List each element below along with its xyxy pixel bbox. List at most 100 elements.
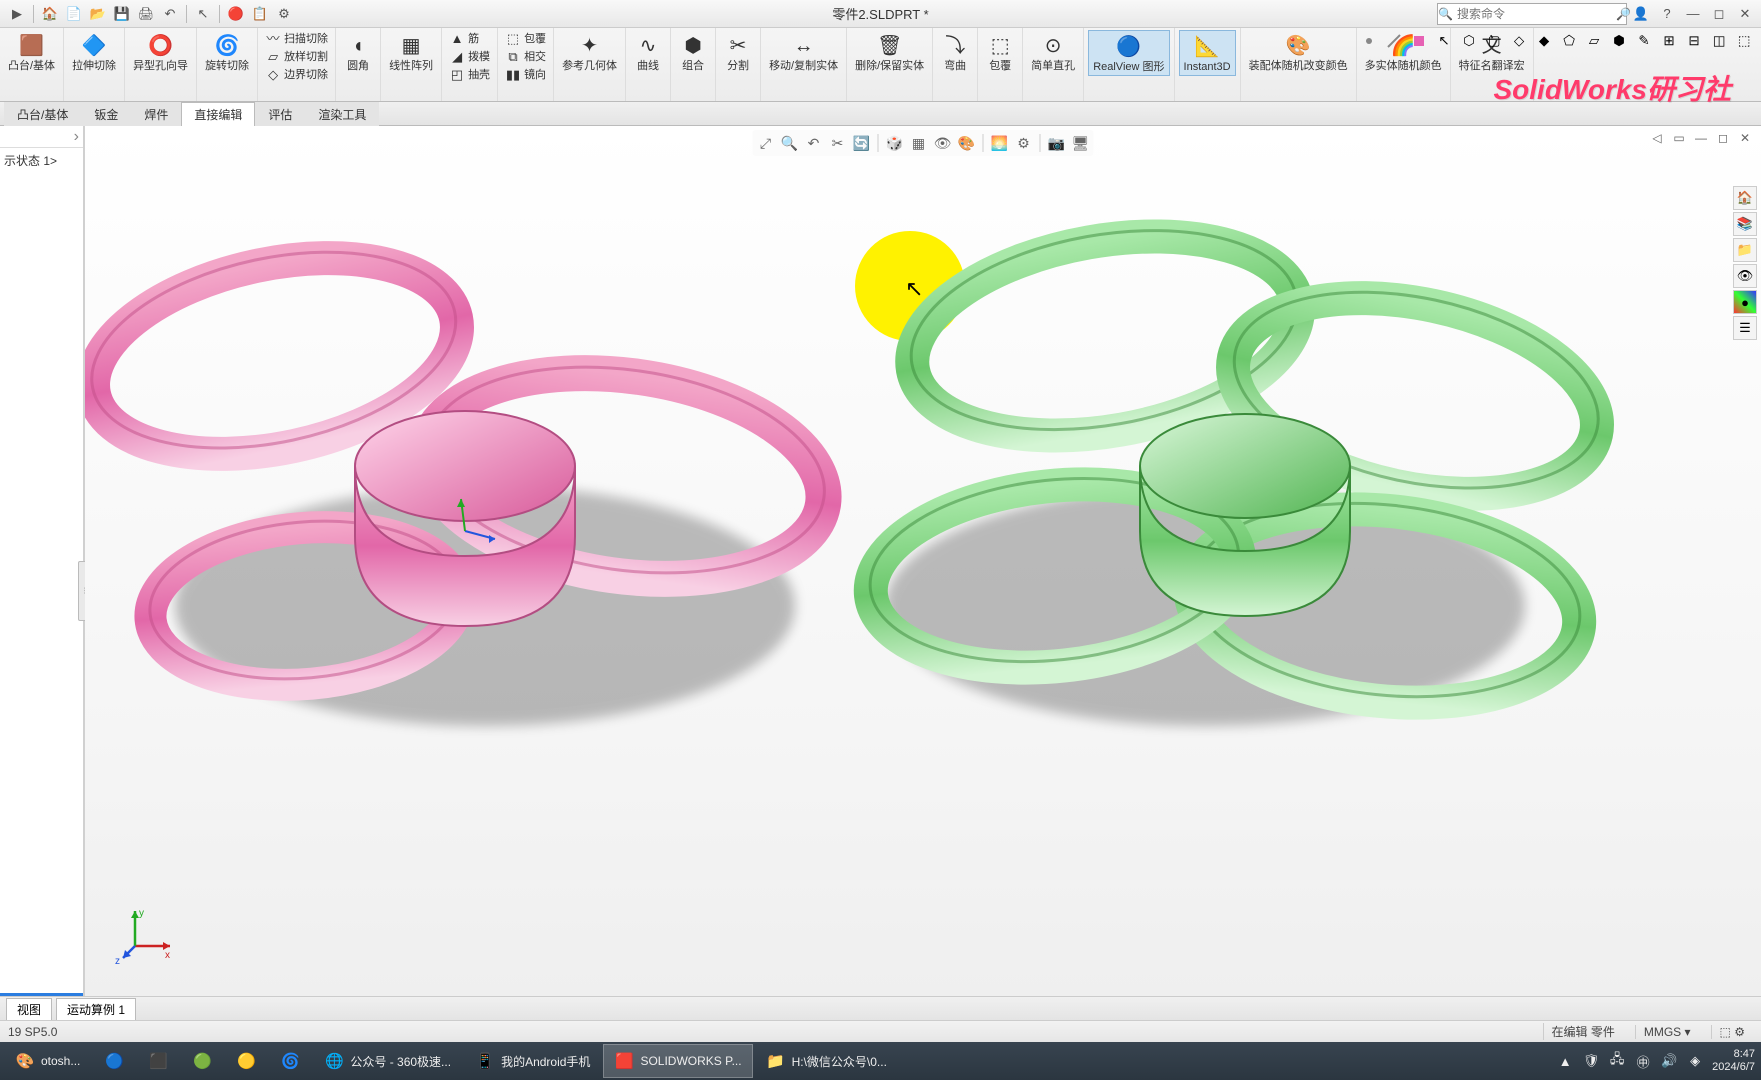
label: 参考几何体 (562, 60, 617, 72)
help-icon[interactable]: 👤 (1629, 3, 1653, 25)
fillet-button[interactable]: ◖圆角 (340, 30, 376, 74)
status-icon-1[interactable]: ⬚ (1720, 1025, 1731, 1039)
open-icon[interactable]: 📂 (87, 3, 109, 25)
delete-keep-button[interactable]: 🗑删除/保留实体 (851, 30, 928, 74)
taskbar-app-photoshop[interactable]: 🎨otosh... (4, 1044, 91, 1078)
taskbar-app-3[interactable]: 🟢 (181, 1044, 223, 1078)
taskbar-app-browser[interactable]: 🌐公众号 - 360极速... (313, 1044, 462, 1078)
label: 装配体随机改变颜色 (1249, 60, 1348, 72)
taskbar-app-phone[interactable]: 📱我的Android手机 (464, 1044, 601, 1078)
taskbar-app-solidworks[interactable]: 🟥SOLIDWORKS P... (603, 1044, 752, 1078)
panel-expand-icon[interactable]: › (74, 128, 79, 146)
tab-direct-edit[interactable]: 直接编辑 (181, 102, 255, 126)
wrap2-button[interactable]: ⬚包覆 (982, 30, 1018, 74)
filter-arrow-icon[interactable]: ↖ (1433, 30, 1455, 52)
linear-pattern-button[interactable]: ▦线性阵列 (385, 30, 437, 74)
revolved-cut-button[interactable]: 🌀旋转切除 (201, 30, 253, 74)
tray-shield-icon[interactable]: 🛡 (1582, 1052, 1600, 1070)
extruded-boss-button[interactable]: 🟫凸台/基体 (4, 30, 59, 74)
folder-icon: 📁 (766, 1051, 786, 1071)
extruded-cut-button[interactable]: 🔷拉伸切除 (68, 30, 120, 74)
tray-net-icon[interactable]: 🖧 (1608, 1052, 1626, 1070)
curves-button[interactable]: ∿曲线 (630, 30, 666, 74)
label: 线性阵列 (389, 60, 433, 72)
taskbar-app-2[interactable]: ⬛ (137, 1044, 179, 1078)
simple-hole-button[interactable]: ⊙简单直孔 (1027, 30, 1079, 74)
status-units[interactable]: MMGS ▾ (1635, 1025, 1699, 1039)
help-q-icon[interactable]: ? (1655, 3, 1679, 25)
intersect-button[interactable]: ⧉相交 (502, 48, 549, 66)
filter-12-icon[interactable]: ✎ (1633, 30, 1655, 52)
select-icon[interactable]: ↖ (192, 3, 214, 25)
tray-vol-icon[interactable]: 🔊 (1660, 1052, 1678, 1070)
shell-button[interactable]: ◰抽壳 (446, 66, 493, 84)
move-copy-button[interactable]: ↔移动/复制实体 (765, 30, 842, 74)
command-search[interactable]: 🔍 🔎 (1437, 3, 1627, 25)
swept-cut-button[interactable]: 〰扫描切除 (262, 30, 331, 48)
mirror-button[interactable]: ▮▮镜向 (502, 66, 549, 84)
filter-5-icon[interactable]: ⬡ (1458, 30, 1480, 52)
taskbar-app-1[interactable]: 🔵 (93, 1044, 135, 1078)
taskbar-app-4[interactable]: 🟡 (225, 1044, 267, 1078)
split-button[interactable]: ✂分割 (720, 30, 756, 74)
filter-14-icon[interactable]: ⊟ (1683, 30, 1705, 52)
lofted-cut-button[interactable]: ▱放样切割 (262, 48, 331, 66)
tab-motion-study[interactable]: 运动算例 1 (56, 998, 136, 1020)
tray-expand-icon[interactable]: ▲ (1556, 1052, 1574, 1070)
filter-8-icon[interactable]: ◆ (1533, 30, 1555, 52)
taskbar-clock[interactable]: 8:47 2024/6/7 (1712, 1048, 1755, 1074)
tab-features[interactable]: 凸台/基体 (4, 102, 81, 126)
instant3d-button[interactable]: 📐Instant3D (1179, 30, 1236, 76)
feature-manager-panel: › 示状态 1> ⁝ (0, 126, 85, 996)
taskbar-app-folder[interactable]: 📁H:\微信公众号\0... (755, 1044, 898, 1078)
filter-vertex-icon[interactable] (1358, 30, 1380, 52)
assembly-color-button[interactable]: 🎨装配体随机改变颜色 (1245, 30, 1352, 74)
status-icon-2[interactable]: ⚙ (1734, 1025, 1745, 1039)
maximize-icon[interactable]: ◻ (1707, 3, 1731, 25)
tray-app-icon[interactable]: ◈ (1686, 1052, 1704, 1070)
filter-edge-icon[interactable] (1383, 30, 1405, 52)
undo-icon[interactable]: ↶ (159, 3, 181, 25)
display-state-row[interactable]: 示状态 1> (0, 148, 83, 173)
wrap-button[interactable]: ⬚包覆 (502, 30, 549, 48)
home-icon[interactable]: 🏠 (39, 3, 61, 25)
tab-model-view[interactable]: 视图 (6, 998, 52, 1020)
boundary-icon: ◇ (265, 67, 281, 83)
filter-11-icon[interactable]: ⬢ (1608, 30, 1630, 52)
hole-wizard-button[interactable]: ⭕异型孔向导 (129, 30, 192, 74)
filter-9-icon[interactable]: ⬠ (1558, 30, 1580, 52)
filter-10-icon[interactable]: ▱ (1583, 30, 1605, 52)
draft-button[interactable]: ◢拨模 (446, 48, 493, 66)
filter-13-icon[interactable]: ⊞ (1658, 30, 1680, 52)
filter-15-icon[interactable]: ◫ (1708, 30, 1730, 52)
tab-evaluate[interactable]: 评估 (255, 102, 305, 126)
filter-6-icon[interactable]: ▢ (1483, 30, 1505, 52)
tab-render-tools[interactable]: 渲染工具 (305, 102, 379, 126)
combine-button[interactable]: ⬢组合 (675, 30, 711, 74)
rib-button[interactable]: ▲筋 (446, 30, 493, 48)
tab-sheetmetal[interactable]: 钣金 (81, 102, 131, 126)
boundary-cut-button[interactable]: ◇边界切除 (262, 66, 331, 84)
menu-indicator-icon[interactable]: ▶ (6, 3, 28, 25)
print-icon[interactable]: 🖨 (135, 3, 157, 25)
deform-button[interactable]: ⤵弯曲 (937, 30, 973, 74)
options-icon[interactable]: 📋 (249, 3, 271, 25)
view-triad[interactable]: x y z (115, 906, 175, 966)
rebuild-icon[interactable]: 🔴 (225, 3, 247, 25)
save-icon[interactable]: 💾 (111, 3, 133, 25)
filter-face-icon[interactable] (1408, 30, 1430, 52)
ref-geometry-button[interactable]: ✦参考几何体 (558, 30, 621, 74)
realview-button[interactable]: 🔵RealView 图形 (1088, 30, 1169, 76)
close-icon[interactable]: ✕ (1733, 3, 1757, 25)
minimize-icon[interactable]: — (1681, 3, 1705, 25)
filter-16-icon[interactable]: ⬚ (1733, 30, 1755, 52)
tab-weldments[interactable]: 焊件 (131, 102, 181, 126)
rollback-bar[interactable] (0, 993, 83, 996)
new-icon[interactable]: 📄 (63, 3, 85, 25)
tray-ime-icon[interactable]: ㊥ (1634, 1052, 1652, 1070)
filter-7-icon[interactable]: ◇ (1508, 30, 1530, 52)
search-input[interactable] (1453, 7, 1616, 21)
taskbar-app-5[interactable]: 🌀 (269, 1044, 311, 1078)
gear-icon[interactable]: ⚙ (273, 3, 295, 25)
graphics-viewport[interactable]: ⤢ 🔍 ↶ ✂ 🔄 🎲 ▦ 👁 🎨 🌅 ⚙ 📷 🖥 ◁ ▭ — ◻ ✕ 🏠 (85, 126, 1761, 996)
